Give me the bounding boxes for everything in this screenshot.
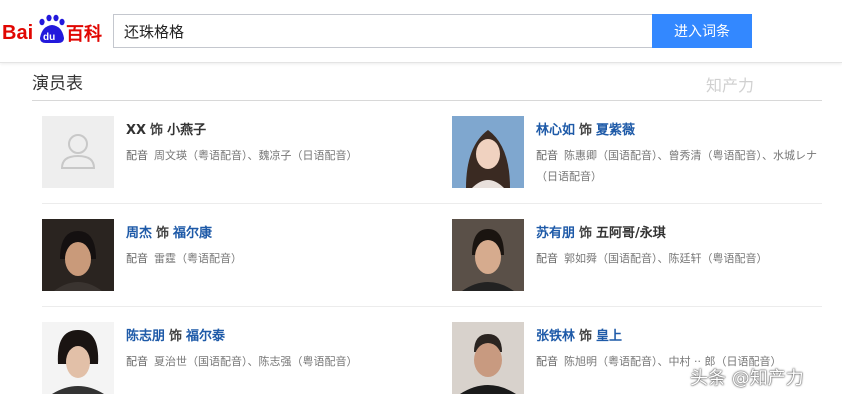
cast-name-line: 苏有朋饰五阿哥/永琪	[536, 222, 666, 241]
logo-baike: 百科	[66, 23, 102, 45]
actor-photo[interactable]	[42, 322, 114, 394]
cast-card[interactable]: 苏有朋饰五阿哥/永琪 配音 郭如舜（国语配音）、陈廷轩（粤语配音）	[452, 219, 822, 305]
row-divider	[42, 306, 822, 307]
cast-name-line: 周杰饰福尔康	[126, 222, 212, 241]
person-icon	[60, 134, 96, 169]
voice-info: 配音 周文瑛（粤语配音）、魏凉子（日语配音）	[126, 145, 412, 166]
cast-card[interactable]: 陈志朋饰福尔泰 配音 夏治世（国语配音）、陈志强（粤语配音）	[42, 322, 412, 408]
role-link[interactable]: 福尔康	[173, 226, 212, 241]
voice-label: 配音	[536, 149, 558, 162]
voice-label: 配音	[536, 252, 558, 265]
shi-label: 饰	[579, 226, 593, 241]
shi-label: 饰	[579, 329, 593, 344]
voice-label: 配音	[126, 355, 148, 368]
logo-du: du	[43, 32, 55, 43]
section-divider	[32, 100, 822, 101]
voice-info: 配音 夏治世（国语配音）、陈志强（粤语配音）	[126, 351, 412, 372]
role-link[interactable]: 皇上	[596, 329, 622, 344]
watermark: 头条 @知产力	[690, 368, 804, 389]
row-divider	[42, 203, 822, 204]
voice-actors: 雷霆（粤语配音）	[154, 252, 242, 265]
voice-actors: 夏治世（国语配音）、陈志强（粤语配音）	[154, 355, 358, 368]
enter-entry-button[interactable]: 进入词条	[652, 14, 752, 48]
actor-photo[interactable]	[452, 116, 524, 188]
cast-name-line: 陈志朋饰福尔泰	[126, 325, 225, 344]
voice-info: 配音 陈惠卿（国语配音）、曾秀清（粤语配音）、水城レナ（日语配音）	[536, 145, 822, 187]
shi-label: 饰	[579, 123, 593, 138]
actor-link[interactable]: 苏有朋	[536, 226, 575, 241]
actor-link[interactable]: 林心如	[536, 123, 575, 138]
cast-name-line: XX 饰小燕子	[126, 119, 206, 138]
actor-photo[interactable]	[42, 219, 114, 291]
baidu-baike-logo[interactable]: Bai du 百科	[2, 12, 106, 46]
avatar-placeholder	[42, 116, 114, 188]
voice-label: 配音	[536, 355, 558, 368]
watermark-ghost: 知产力	[706, 76, 755, 95]
actor-link[interactable]: 周杰	[126, 226, 152, 241]
shi-label: 饰	[150, 123, 164, 138]
voice-info: 配音 郭如舜（国语配音）、陈廷轩（粤语配音）	[536, 248, 822, 269]
cast-name-line: 张铁林饰皇上	[536, 325, 622, 344]
role-name: 小燕子	[167, 123, 207, 138]
search-input[interactable]	[113, 14, 653, 48]
cast-card[interactable]: 林心如饰夏紫薇 配音 陈惠卿（国语配音）、曾秀清（粤语配音）、水城レナ（日语配音）	[452, 116, 822, 202]
voice-label: 配音	[126, 149, 148, 162]
logo-bai: Bai	[2, 22, 33, 44]
cast-card[interactable]: 周杰饰福尔康 配音 雷霆（粤语配音）	[42, 219, 412, 305]
shi-label: 饰	[169, 329, 183, 344]
cast-card[interactable]: XX 饰小燕子 配音 周文瑛（粤语配音）、魏凉子（日语配音）	[42, 116, 412, 202]
header-bar: Bai du 百科 进入词条	[0, 0, 842, 63]
actor-link[interactable]: 陈志朋	[126, 329, 165, 344]
shi-label: 饰	[156, 226, 170, 241]
voice-actors: 周文瑛（粤语配音）、魏凉子（日语配音）	[154, 149, 358, 162]
role-name: 五阿哥/永琪	[596, 226, 666, 241]
cast-name-line: 林心如饰夏紫薇	[536, 119, 635, 138]
actor-photo[interactable]	[452, 219, 524, 291]
actor-name: XX	[126, 123, 147, 138]
actor-link[interactable]: 张铁林	[536, 329, 575, 344]
voice-actors: 郭如舜（国语配音）、陈廷轩（粤语配音）	[564, 252, 768, 265]
voice-info: 配音 雷霆（粤语配音）	[126, 248, 412, 269]
role-link[interactable]: 夏紫薇	[596, 123, 635, 138]
voice-actors: 陈惠卿（国语配音）、曾秀清（粤语配音）、水城レナ（日语配音）	[536, 149, 817, 183]
voice-label: 配音	[126, 252, 148, 265]
role-link[interactable]: 福尔泰	[186, 329, 225, 344]
section-title: 演员表	[32, 74, 83, 94]
actor-photo[interactable]	[452, 322, 524, 394]
